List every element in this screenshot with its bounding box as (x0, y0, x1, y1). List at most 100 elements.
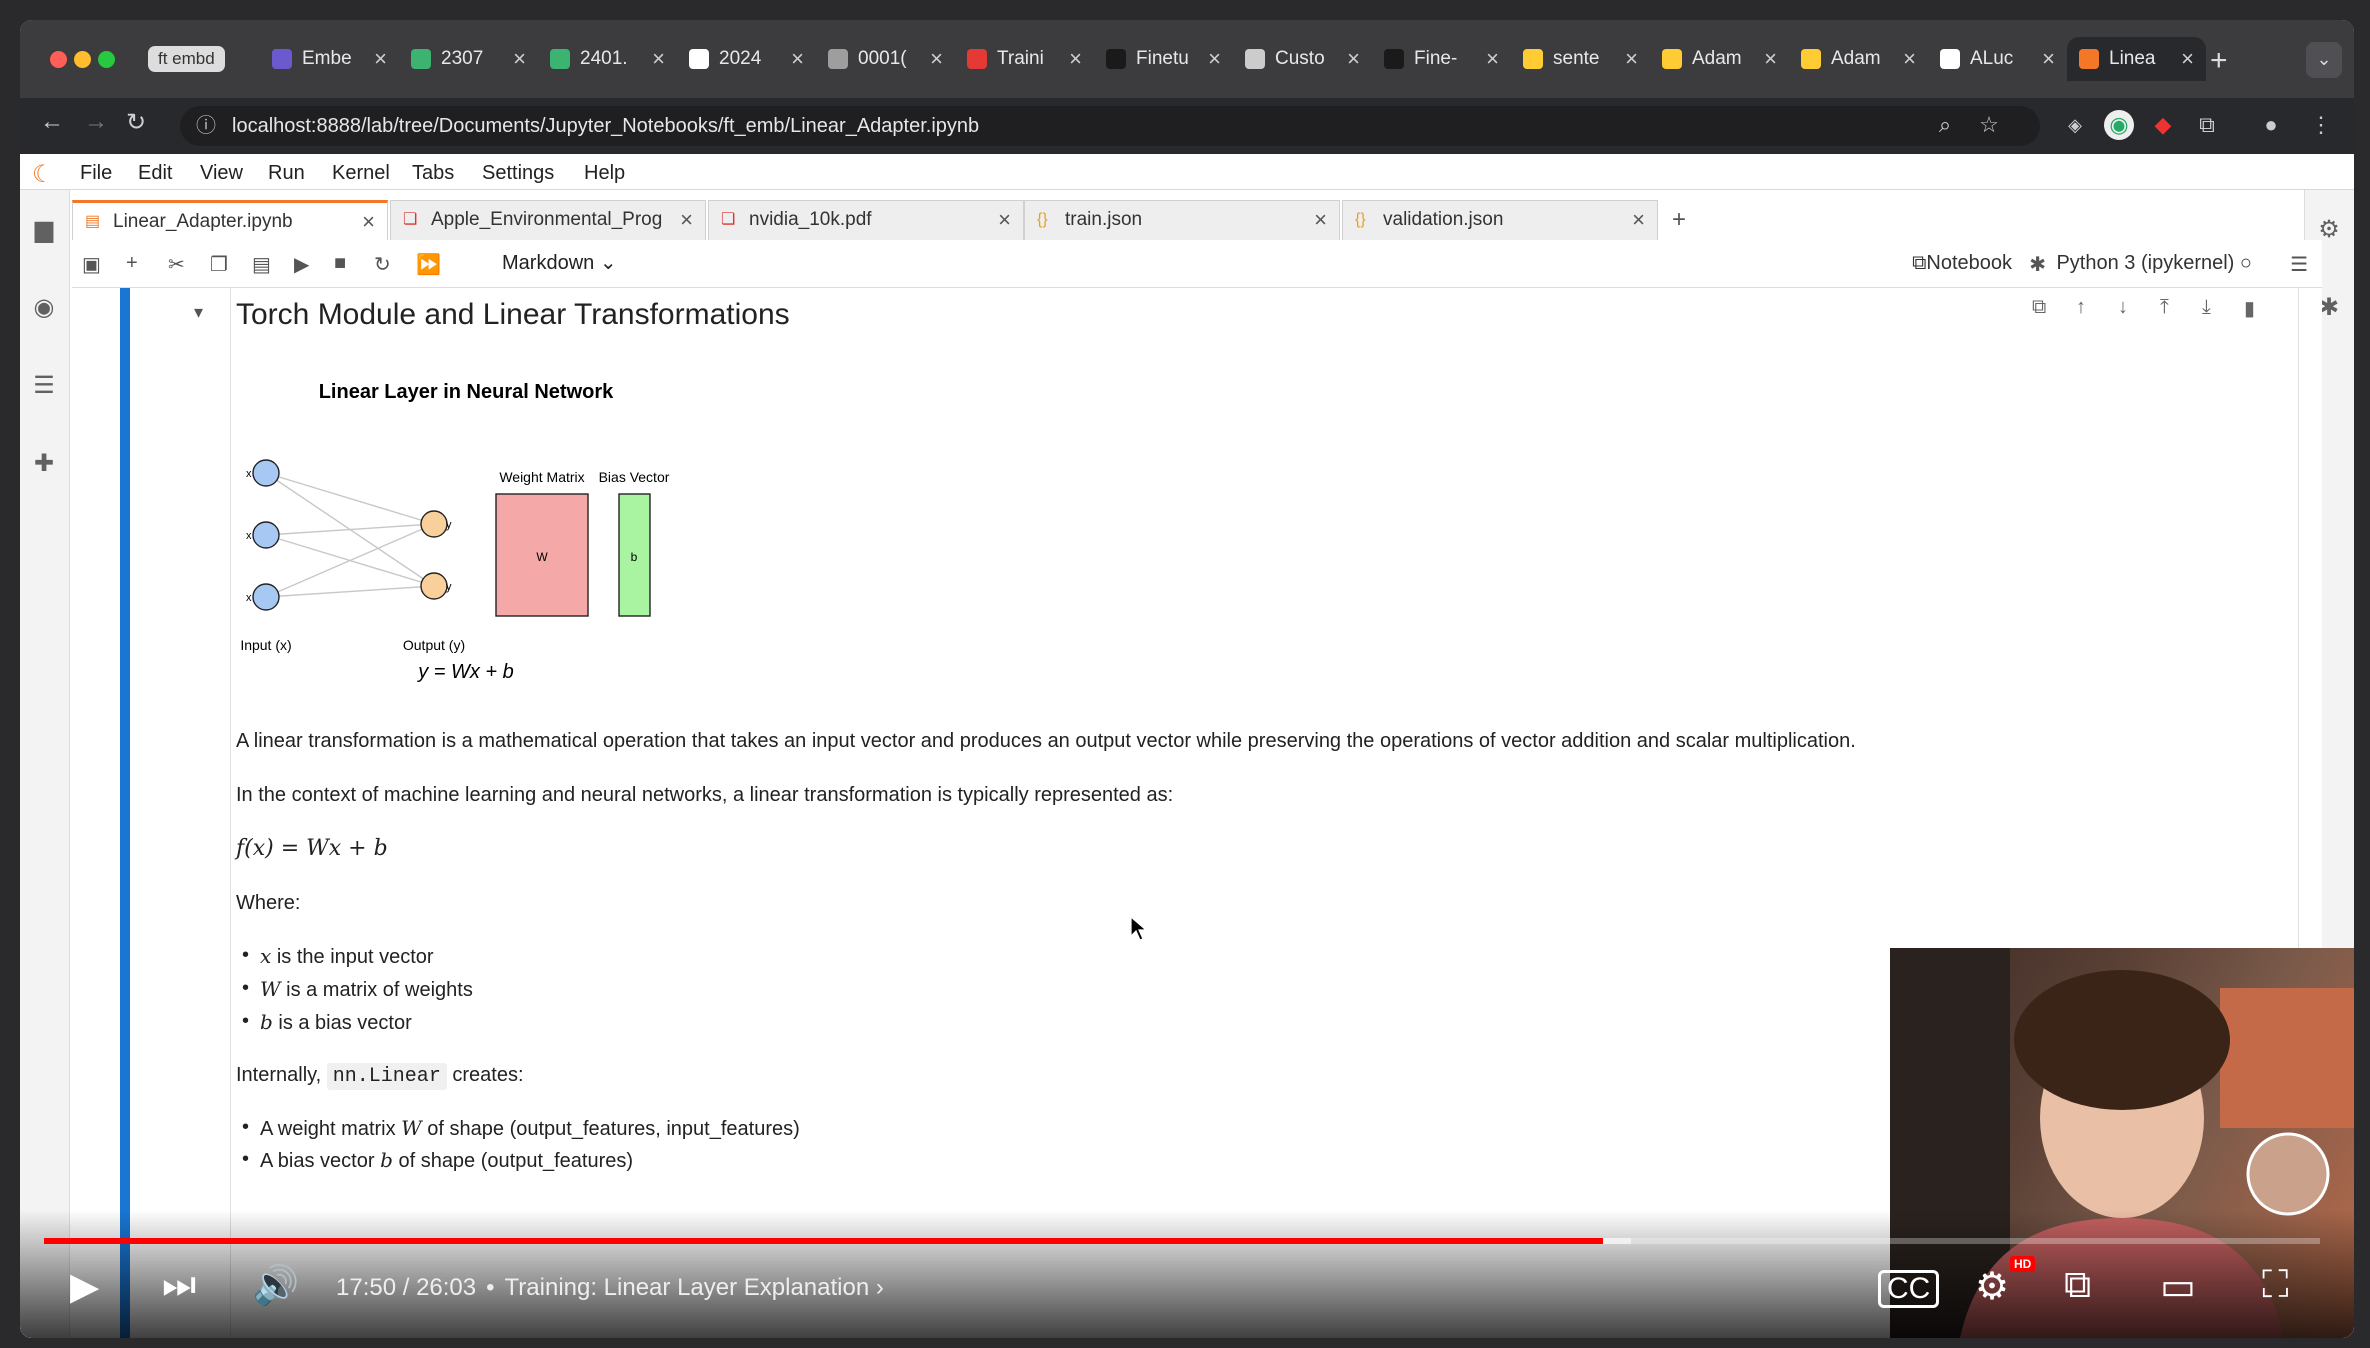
browser-tab[interactable]: 2401. × (538, 37, 677, 81)
close-tab-icon[interactable]: × (1347, 46, 1360, 72)
notebook-button[interactable]: ⧉Notebook (1912, 252, 2012, 275)
document-tab[interactable]: ❏ Apple_Environmental_Prog × (390, 200, 706, 240)
extension-shield-icon[interactable]: ◈ (2060, 110, 2090, 140)
menu-tabs[interactable]: Tabs (412, 162, 454, 185)
move-up-icon[interactable]: ↑ (2076, 296, 2086, 319)
close-document-tab-icon[interactable]: × (362, 203, 375, 241)
fullscreen-icon[interactable]: ⛶ (2262, 1264, 2289, 1307)
extension-avatar-icon[interactable]: ◉ (2104, 110, 2134, 140)
document-tab[interactable]: ❏ nvidia_10k.pdf × (708, 200, 1024, 240)
theater-mode-icon[interactable]: ▭ (2160, 1264, 2196, 1309)
document-tab[interactable]: {} validation.json × (1342, 200, 1658, 240)
video-progress-bar[interactable] (44, 1238, 2320, 1244)
close-window-button[interactable] (50, 51, 67, 68)
tab-search-icon[interactable]: ⌄ (2306, 42, 2342, 78)
browser-tab[interactable]: Fine- × (1372, 37, 1511, 81)
browser-tab[interactable]: Adam × (1789, 37, 1928, 81)
close-tab-icon[interactable]: × (2042, 46, 2055, 72)
browser-tab[interactable]: Adam × (1650, 37, 1789, 81)
new-launcher-button[interactable]: + (1672, 206, 1686, 234)
cut-icon[interactable]: ✂ (168, 252, 185, 277)
bookmark-star-icon[interactable]: ☆ (1974, 110, 2004, 140)
close-tab-icon[interactable]: × (1625, 46, 1638, 72)
extensions-icon[interactable]: ✚ (30, 450, 58, 478)
settings-gear-icon[interactable]: ⚙ (1975, 1264, 2009, 1309)
browser-tab[interactable]: 2307 × (399, 37, 538, 81)
close-tab-icon[interactable]: × (2181, 46, 2194, 72)
folder-icon[interactable]: ▆ (30, 216, 58, 244)
chevron-right-icon[interactable]: › (876, 1274, 884, 1301)
running-icon[interactable]: ◉ (30, 294, 58, 322)
paste-icon[interactable]: ▤ (252, 252, 271, 277)
reload-icon[interactable]: ↻ (126, 108, 146, 137)
forward-icon[interactable]: → (84, 108, 108, 136)
save-icon[interactable]: ▣ (82, 252, 101, 277)
back-icon[interactable]: ← (40, 108, 64, 136)
insert-below-icon[interactable]: ⤓ (2202, 296, 2211, 319)
volume-icon[interactable]: 🔊 (252, 1264, 299, 1308)
insert-above-icon[interactable]: ⤒ (2160, 296, 2169, 319)
document-tab[interactable]: ▤ Linear_Adapter.ipynb × (72, 200, 388, 240)
menu-kernel[interactable]: Kernel (332, 162, 390, 185)
menu-settings[interactable]: Settings (482, 162, 554, 185)
browser-tab[interactable]: Finetu × (1094, 37, 1233, 81)
browser-tab[interactable]: 0001(× (816, 37, 955, 81)
extension-red-icon[interactable]: ◆ (2148, 110, 2178, 140)
restart-icon[interactable]: ↻ (374, 252, 391, 277)
address-bar[interactable]: ⓘ localhost:8888/lab/tree/Documents/Jupy… (180, 106, 2040, 146)
close-tab-icon[interactable]: × (1069, 46, 1082, 72)
close-tab-icon[interactable]: × (652, 46, 665, 72)
browser-tab[interactable]: Custo × (1233, 37, 1372, 81)
extensions-puzzle-icon[interactable]: ⧉ (2192, 110, 2222, 140)
next-icon[interactable]: ⏭ (162, 1264, 196, 1307)
document-tab[interactable]: {} train.json × (1024, 200, 1340, 240)
toc-icon[interactable]: ☰ (30, 372, 58, 400)
kernel-debug-icon[interactable]: ✱ (2029, 252, 2046, 277)
maximize-window-button[interactable] (98, 51, 115, 68)
browser-tab[interactable]: Traini × (955, 37, 1094, 81)
duplicate-cell-icon[interactable]: ⧉ (2032, 296, 2046, 319)
minimize-window-button[interactable] (74, 51, 91, 68)
cell-type-select[interactable]: Markdown ⌄ (502, 250, 617, 275)
kernel-name[interactable]: Python 3 (ipykernel) ○ (2056, 252, 2252, 275)
run-all-icon[interactable]: ⏩ (416, 252, 441, 277)
zoom-icon[interactable]: ⌕ (1930, 110, 1960, 140)
close-tab-icon[interactable]: × (930, 46, 943, 72)
browser-menu-icon[interactable]: ⋮ (2306, 110, 2336, 140)
close-document-tab-icon[interactable]: × (1632, 201, 1645, 239)
menu-help[interactable]: Help (584, 162, 625, 185)
menu-edit[interactable]: Edit (138, 162, 172, 185)
settings-menu-icon[interactable]: ☰ (2290, 252, 2308, 277)
close-tab-icon[interactable]: × (374, 46, 387, 72)
close-document-tab-icon[interactable]: × (998, 201, 1011, 239)
browser-tab[interactable]: Embe × (260, 37, 399, 81)
copy-icon[interactable]: ❐ (210, 252, 228, 277)
close-tab-icon[interactable]: × (1208, 46, 1221, 72)
close-document-tab-icon[interactable]: × (1314, 201, 1327, 239)
close-tab-icon[interactable]: × (1486, 46, 1499, 72)
new-tab-button[interactable]: + (2210, 46, 2228, 76)
collapse-heading-icon[interactable]: ▾ (194, 302, 203, 323)
menu-file[interactable]: File (80, 162, 112, 185)
close-tab-icon[interactable]: × (1764, 46, 1777, 72)
menu-view[interactable]: View (200, 162, 243, 185)
tab-group-chip[interactable]: ft embd (148, 46, 225, 72)
close-tab-icon[interactable]: × (513, 46, 526, 72)
run-icon[interactable]: ▶ (294, 252, 309, 277)
stop-icon[interactable]: ■ (334, 252, 346, 275)
profile-icon[interactable]: ● (2256, 110, 2286, 140)
browser-tab[interactable]: ALuc × (1928, 37, 2067, 81)
site-info-icon[interactable]: ⓘ (196, 106, 216, 146)
browser-tab[interactable]: sente × (1511, 37, 1650, 81)
play-icon[interactable]: ▶ (70, 1264, 99, 1309)
browser-tab[interactable]: Linea × (2067, 37, 2206, 81)
video-chapter[interactable]: Training: Linear Layer Explanation (505, 1274, 870, 1301)
close-tab-icon[interactable]: × (791, 46, 804, 72)
captions-icon[interactable]: CC (1878, 1270, 1940, 1308)
insert-cell-icon[interactable]: + (126, 252, 138, 275)
move-down-icon[interactable]: ↓ (2118, 296, 2128, 319)
menu-run[interactable]: Run (268, 162, 305, 185)
delete-cell-icon[interactable]: ▮ (2244, 296, 2255, 321)
close-tab-icon[interactable]: × (1903, 46, 1916, 72)
miniplayer-icon[interactable]: ⧉ (2064, 1264, 2091, 1307)
